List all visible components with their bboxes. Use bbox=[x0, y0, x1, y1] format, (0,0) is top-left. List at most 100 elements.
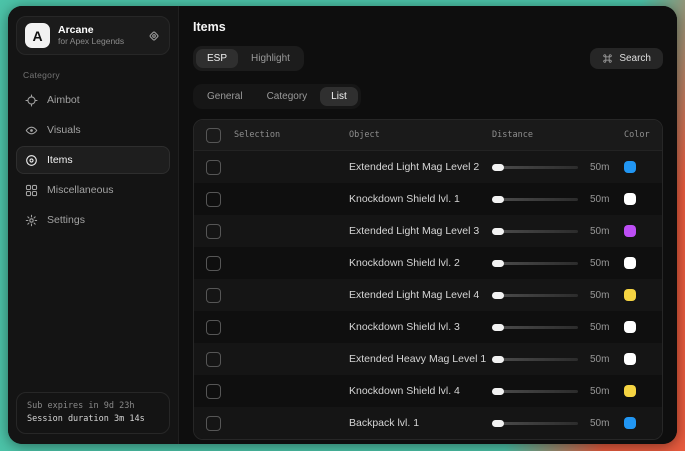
color-swatch[interactable] bbox=[624, 417, 636, 429]
distance-slider[interactable] bbox=[492, 294, 578, 297]
distance-value: 50m bbox=[590, 226, 609, 237]
row-checkbox[interactable] bbox=[206, 224, 221, 239]
select-all-checkbox[interactable] bbox=[206, 128, 221, 143]
object-label: Knockdown Shield lvl. 1 bbox=[349, 193, 492, 205]
table-row: Extended Light Mag Level 2 50m bbox=[194, 151, 662, 183]
sidebar-item-label: Settings bbox=[47, 214, 85, 226]
page-title: Items bbox=[193, 20, 663, 34]
sidebar-item-label: Aimbot bbox=[47, 94, 80, 106]
column-header-color: Color bbox=[624, 130, 662, 140]
sidebar-item-settings[interactable]: Settings bbox=[16, 206, 170, 234]
items-table: SelectionObjectDistanceColor Extended Li… bbox=[193, 119, 663, 440]
app-name: Arcane bbox=[58, 24, 139, 36]
slider-thumb[interactable] bbox=[492, 356, 504, 363]
sidebar-item-visuals[interactable]: Visuals bbox=[16, 116, 170, 144]
app-logo: A bbox=[25, 23, 50, 48]
object-label: Knockdown Shield lvl. 3 bbox=[349, 321, 492, 333]
mode-tab-highlight[interactable]: Highlight bbox=[240, 49, 301, 68]
color-swatch[interactable] bbox=[624, 385, 636, 397]
view-tab-group: GeneralCategoryList bbox=[193, 84, 361, 109]
distance-slider[interactable] bbox=[492, 326, 578, 329]
color-swatch[interactable] bbox=[624, 321, 636, 333]
row-checkbox[interactable] bbox=[206, 416, 221, 431]
color-swatch[interactable] bbox=[624, 353, 636, 365]
object-label: Extended Light Mag Level 4 bbox=[349, 289, 492, 301]
slider-thumb[interactable] bbox=[492, 420, 504, 427]
slider-thumb[interactable] bbox=[492, 292, 504, 299]
slider-thumb[interactable] bbox=[492, 388, 504, 395]
object-label: Extended Light Mag Level 2 bbox=[349, 161, 492, 173]
table-row: Backpack lvl. 1 50m bbox=[194, 407, 662, 439]
desktop-background: A Arcane for Apex Legends Category Aimbo… bbox=[0, 0, 685, 451]
mode-toggle-group: ESPHighlight bbox=[193, 46, 304, 71]
slider-thumb[interactable] bbox=[492, 196, 504, 203]
object-label: Extended Light Mag Level 3 bbox=[349, 225, 492, 237]
slider-thumb[interactable] bbox=[492, 324, 504, 331]
sidebar-item-aimbot[interactable]: Aimbot bbox=[16, 86, 170, 114]
distance-slider[interactable] bbox=[492, 262, 578, 265]
table-row: Extended Light Mag Level 3 50m bbox=[194, 215, 662, 247]
table-header-row: SelectionObjectDistanceColor bbox=[194, 120, 662, 151]
sidebar-section-label: Category bbox=[23, 70, 170, 80]
color-swatch[interactable] bbox=[624, 289, 636, 301]
row-checkbox[interactable] bbox=[206, 192, 221, 207]
distance-slider[interactable] bbox=[492, 198, 578, 201]
object-label: Knockdown Shield lvl. 2 bbox=[349, 257, 492, 269]
distance-value: 50m bbox=[590, 418, 609, 429]
session-duration-text: Session duration 3m 14s bbox=[27, 413, 159, 426]
mode-tab-esp[interactable]: ESP bbox=[196, 49, 238, 68]
compass-icon[interactable] bbox=[147, 29, 161, 43]
sidebar-item-miscellaneous[interactable]: Miscellaneous bbox=[16, 176, 170, 204]
color-swatch[interactable] bbox=[624, 161, 636, 173]
sidebar-nav: Aimbot Visuals Items Miscellaneous Settings bbox=[16, 86, 170, 234]
distance-slider[interactable] bbox=[492, 390, 578, 393]
main-panel: Items ESPHighlight Search GeneralCategor… bbox=[178, 6, 677, 444]
object-label: Backpack lvl. 1 bbox=[349, 417, 492, 429]
app-window: A Arcane for Apex Legends Category Aimbo… bbox=[8, 6, 677, 444]
color-swatch[interactable] bbox=[624, 257, 636, 269]
sidebar-item-items[interactable]: Items bbox=[16, 146, 170, 174]
color-swatch[interactable] bbox=[624, 225, 636, 237]
slider-thumb[interactable] bbox=[492, 164, 504, 171]
grid-icon bbox=[25, 184, 38, 197]
slider-thumb[interactable] bbox=[492, 228, 504, 235]
row-checkbox[interactable] bbox=[206, 288, 221, 303]
color-swatch[interactable] bbox=[624, 193, 636, 205]
slider-thumb[interactable] bbox=[492, 260, 504, 267]
sub-expiry-text: Sub expires in 9d 23h bbox=[27, 400, 159, 413]
table-row: Knockdown Shield lvl. 2 50m bbox=[194, 247, 662, 279]
disc-icon bbox=[25, 154, 38, 167]
distance-slider[interactable] bbox=[492, 166, 578, 169]
search-button-label: Search bbox=[619, 53, 651, 64]
row-checkbox[interactable] bbox=[206, 352, 221, 367]
table-row: Extended Light Mag Level 4 50m bbox=[194, 279, 662, 311]
view-tab-category[interactable]: Category bbox=[256, 87, 319, 106]
distance-value: 50m bbox=[590, 322, 609, 333]
row-checkbox[interactable] bbox=[206, 256, 221, 271]
row-checkbox[interactable] bbox=[206, 320, 221, 335]
distance-value: 50m bbox=[590, 194, 609, 205]
distance-slider[interactable] bbox=[492, 358, 578, 361]
table-row: Knockdown Shield lvl. 3 50m bbox=[194, 311, 662, 343]
table-row: Extended Heavy Mag Level 1 50m bbox=[194, 343, 662, 375]
view-tab-general[interactable]: General bbox=[196, 87, 254, 106]
app-header-card: A Arcane for Apex Legends bbox=[16, 16, 170, 55]
sidebar-item-label: Items bbox=[47, 154, 73, 166]
search-button[interactable]: Search bbox=[590, 48, 663, 69]
distance-value: 50m bbox=[590, 386, 609, 397]
distance-slider[interactable] bbox=[492, 230, 578, 233]
gear-icon bbox=[25, 214, 38, 227]
column-header-object: Object bbox=[349, 130, 492, 140]
view-tab-list[interactable]: List bbox=[320, 87, 358, 106]
command-icon bbox=[602, 53, 613, 64]
distance-value: 50m bbox=[590, 354, 609, 365]
distance-value: 50m bbox=[590, 290, 609, 301]
app-subtitle: for Apex Legends bbox=[58, 36, 139, 47]
eye-icon bbox=[25, 124, 38, 137]
row-checkbox[interactable] bbox=[206, 384, 221, 399]
row-checkbox[interactable] bbox=[206, 160, 221, 175]
subscription-info-card: Sub expires in 9d 23h Session duration 3… bbox=[16, 392, 170, 434]
sidebar-item-label: Miscellaneous bbox=[47, 184, 114, 196]
distance-slider[interactable] bbox=[492, 422, 578, 425]
distance-value: 50m bbox=[590, 162, 609, 173]
